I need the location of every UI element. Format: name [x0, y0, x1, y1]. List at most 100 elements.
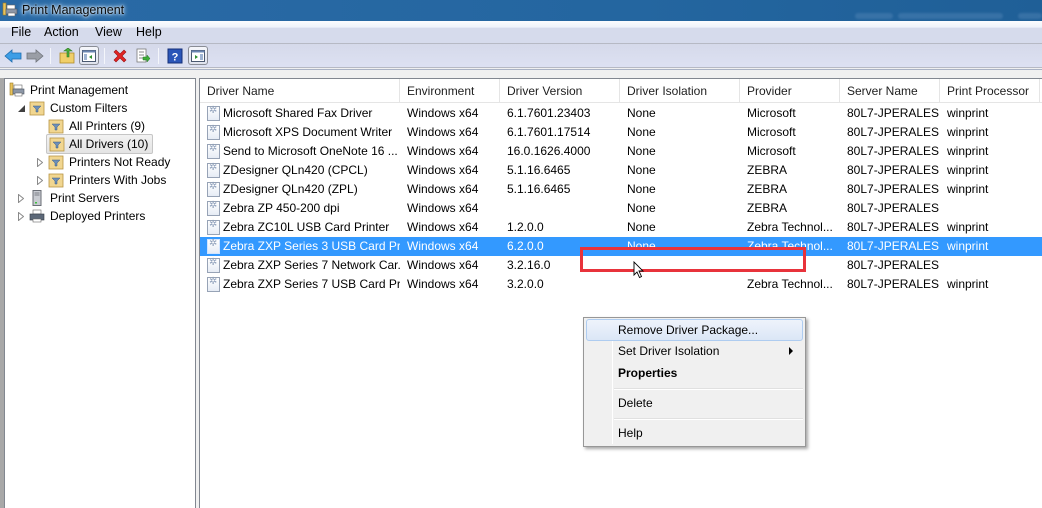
column-header-server-name[interactable]: Server Name — [840, 79, 940, 103]
cell-driver-name: Zebra ZC10L USB Card Printer — [223, 220, 390, 234]
table-row[interactable]: Send to Microsoft OneNote 16 ... Windows … — [200, 142, 1042, 161]
menu-item-properties[interactable]: Properties — [586, 362, 803, 384]
menu-separator — [614, 418, 803, 420]
filter-folder-icon — [48, 155, 64, 170]
cell-print-processor — [940, 199, 1040, 218]
tree-item-printers-with-jobs[interactable]: Printers With Jobs — [35, 171, 170, 189]
cell-driver-version: 3.2.0.0 — [507, 277, 544, 291]
menu-item-label: Set Driver Isolation — [618, 344, 720, 358]
context-menu: Remove Driver Package... Set Driver Isol… — [583, 317, 806, 447]
export-list-button[interactable] — [134, 47, 152, 65]
filter-folder-icon — [48, 119, 64, 134]
cell-environment: Windows x64 — [407, 258, 479, 272]
back-arrow-icon — [4, 49, 22, 63]
cell-server-name: 80L7-JPERALES... — [847, 277, 940, 291]
cell-print-processor: winprint — [947, 144, 989, 158]
cell-print-processor: winprint — [947, 277, 989, 291]
cell-environment: Windows x64 — [407, 163, 479, 177]
menu-action[interactable]: Action — [42, 25, 81, 39]
tree-item-print-servers[interactable]: Print Servers — [16, 189, 123, 207]
column-header-print-processor[interactable]: Print Processor — [940, 79, 1040, 103]
tree-label: All Drivers (10) — [69, 137, 149, 151]
cell-provider: Zebra Technol... — [747, 220, 833, 234]
tree-item-print-management[interactable]: Print Management — [9, 81, 132, 99]
tree-label: All Printers (9) — [69, 119, 146, 133]
help-question-icon: ? — [167, 48, 183, 64]
cell-print-processor: winprint — [947, 125, 989, 139]
tree-item-all-drivers[interactable]: All Drivers (10) — [46, 134, 154, 154]
tree-label: Printers With Jobs — [69, 173, 167, 187]
up-one-level-button[interactable] — [58, 47, 76, 65]
cell-print-processor: winprint — [947, 239, 989, 253]
tree-item-printers-not-ready[interactable]: Printers Not Ready — [35, 153, 174, 171]
console-tree-icon — [82, 49, 96, 62]
table-row[interactable]: ZDesigner QLn420 (CPCL) Windows x64 5.1.16… — [200, 161, 1042, 180]
cell-print-processor: winprint — [947, 163, 989, 177]
table-row[interactable]: ZDesigner QLn420 (ZPL) Windows x64 5.1.16.… — [200, 180, 1042, 199]
table-row[interactable]: Zebra ZP 450-200 dpi Windows x64 None ZEBRA… — [200, 199, 1042, 218]
cell-driver-version — [500, 199, 620, 218]
back-button[interactable] — [4, 47, 22, 65]
table-row[interactable]: Zebra ZXP Series 7 USB Card Pri... Window… — [200, 275, 1042, 294]
table-row[interactable]: Microsoft Shared Fax Driver Windows x64 6.… — [200, 104, 1042, 123]
delete-button[interactable] — [111, 47, 129, 65]
table-row[interactable]: Microsoft XPS Document Writer Windows x64… — [200, 123, 1042, 142]
collapsed-triangle-icon[interactable] — [35, 157, 45, 167]
expanded-triangle-icon[interactable] — [16, 103, 26, 113]
column-header-driver-isolation[interactable]: Driver Isolation — [620, 79, 740, 103]
window-title: Print Management — [22, 3, 125, 17]
svg-text:?: ? — [172, 52, 179, 64]
cell-driver-name: Send to Microsoft OneNote 16 ... — [223, 144, 398, 158]
cell-print-processor: winprint — [947, 182, 989, 196]
cell-provider: Microsoft — [747, 144, 796, 158]
tree-item-all-printers[interactable]: All Printers (9) — [48, 117, 149, 135]
show-hide-action-pane-button[interactable] — [188, 46, 208, 65]
printer-icon — [29, 209, 45, 223]
column-header-environment[interactable]: Environment — [400, 79, 500, 103]
collapsed-triangle-icon[interactable] — [16, 211, 26, 221]
cell-environment: Windows x64 — [407, 220, 479, 234]
cell-driver-name: ZDesigner QLn420 (ZPL) — [223, 182, 358, 196]
tree-label: Print Servers — [50, 191, 120, 205]
tree-label: Deployed Printers — [50, 209, 146, 223]
cell-driver-version: 5.1.16.6465 — [507, 182, 571, 196]
cell-driver-name: Zebra ZP 450-200 dpi — [223, 201, 340, 215]
print-management-icon — [9, 82, 25, 97]
show-hide-console-tree-button[interactable] — [79, 46, 99, 65]
cell-environment: Windows x64 — [407, 106, 479, 120]
collapsed-triangle-icon[interactable] — [16, 193, 26, 203]
menu-item-set-driver-isolation[interactable]: Set Driver Isolation — [586, 340, 803, 362]
menu-item-remove-driver-package[interactable]: Remove Driver Package... — [586, 319, 803, 341]
menu-help[interactable]: Help — [134, 25, 164, 39]
filter-folder-icon — [49, 137, 65, 152]
column-header-driver-version[interactable]: Driver Version — [500, 79, 620, 103]
cell-driver-name: Zebra ZXP Series 7 Network Car... — [223, 258, 400, 272]
cell-driver-isolation: None — [627, 106, 656, 120]
forward-button[interactable] — [26, 47, 44, 65]
cell-driver-version: 6.1.7601.23403 — [507, 106, 591, 120]
table-row[interactable]: Zebra ZC10L USB Card Printer Windows x64 1… — [200, 218, 1042, 237]
tree-item-custom-filters[interactable]: Custom Filters — [16, 99, 131, 117]
help-button[interactable]: ? — [166, 47, 184, 65]
cell-driver-isolation: None — [627, 220, 656, 234]
column-header-driver-name[interactable]: Driver Name — [200, 79, 400, 103]
collapsed-triangle-icon[interactable] — [35, 175, 45, 185]
cell-driver-name: Microsoft XPS Document Writer — [223, 125, 393, 139]
print-management-window: Print Management File Action View Help ?… — [0, 0, 1042, 508]
menu-item-delete[interactable]: Delete — [586, 392, 803, 414]
column-header-provider[interactable]: Provider — [740, 79, 840, 103]
forward-arrow-icon — [26, 49, 44, 63]
menu-file[interactable]: File — [9, 25, 33, 39]
toolbar-separator — [158, 48, 159, 64]
cell-driver-version: 6.1.7601.17514 — [507, 125, 591, 139]
tree-label: Custom Filters — [50, 101, 128, 115]
action-pane-icon — [191, 49, 205, 62]
menu-view[interactable]: View — [93, 25, 124, 39]
tree-item-deployed-printers[interactable]: Deployed Printers — [16, 207, 149, 225]
cell-server-name: 80L7-JPERALES... — [847, 220, 940, 234]
cell-environment: Windows x64 — [407, 144, 479, 158]
cell-environment: Windows x64 — [407, 182, 479, 196]
cell-provider: ZEBRA — [747, 182, 788, 196]
cell-server-name: 80L7-JPERALES... — [847, 258, 940, 272]
menu-item-help[interactable]: Help — [586, 422, 803, 444]
